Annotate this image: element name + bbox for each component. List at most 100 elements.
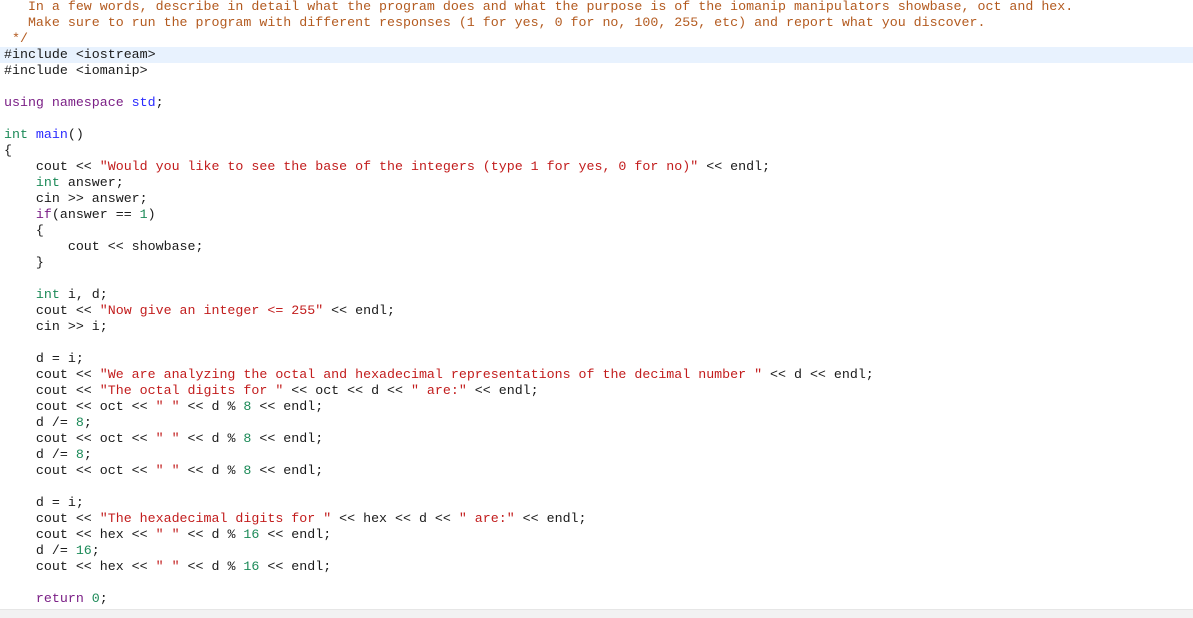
- code-token-plain: << d << endl;: [762, 367, 874, 382]
- code-line[interactable]: d /= 16;: [0, 543, 1193, 559]
- code-line[interactable]: cout << oct << " " << d % 8 << endl;: [0, 431, 1193, 447]
- code-line[interactable]: In a few words, describe in detail what …: [0, 0, 1193, 15]
- code-token-plain: << endl;: [259, 527, 332, 542]
- code-line[interactable]: int i, d;: [0, 287, 1193, 303]
- code-line[interactable]: int main(): [0, 127, 1193, 143]
- code-line[interactable]: cin >> i;: [0, 319, 1193, 335]
- code-token-plain: << d %: [179, 463, 244, 478]
- code-token-type: int: [4, 287, 60, 302]
- code-token-number: 1: [139, 207, 148, 222]
- code-token-number: 8: [75, 415, 84, 430]
- code-line[interactable]: {: [0, 223, 1193, 239]
- code-token-plain: cout << oct <<: [4, 399, 156, 414]
- code-token-plain: ;: [83, 415, 92, 430]
- code-line[interactable]: [0, 79, 1193, 95]
- code-token-plain: {: [4, 223, 44, 238]
- code-line[interactable]: cout << "The hexadecimal digits for " <<…: [0, 511, 1193, 527]
- code-token-type: int: [4, 127, 36, 142]
- code-line[interactable]: cout << hex << " " << d % 16 << endl;: [0, 559, 1193, 575]
- code-token-plain: << d %: [179, 431, 244, 446]
- code-line[interactable]: cout << "Would you like to see the base …: [0, 159, 1193, 175]
- code-token-plain: << d %: [179, 559, 244, 574]
- code-token-plain: d /=: [4, 447, 76, 462]
- code-token-plain: << endl;: [698, 159, 771, 174]
- code-token-number: 8: [75, 447, 84, 462]
- code-token-plain: d /=: [4, 415, 76, 430]
- code-token-plain: cout << showbase;: [4, 239, 204, 254]
- code-token-string: "Now give an integer <= 255": [99, 303, 324, 318]
- code-line-current[interactable]: #include <iostream>: [0, 47, 1193, 63]
- code-token-plain: ;: [91, 543, 100, 558]
- code-line[interactable]: using namespace std;: [0, 95, 1193, 111]
- code-token-keyword: return: [4, 591, 92, 606]
- code-line[interactable]: {: [0, 143, 1193, 159]
- code-line[interactable]: cout << oct << " " << d % 8 << endl;: [0, 399, 1193, 415]
- code-token-func: main: [35, 127, 68, 142]
- code-line[interactable]: return 0;: [0, 591, 1193, 607]
- code-line[interactable]: cout << hex << " " << d % 16 << endl;: [0, 527, 1193, 543]
- code-line[interactable]: cout << showbase;: [0, 239, 1193, 255]
- code-token-plain: << endl;: [251, 399, 324, 414]
- code-token-plain: << endl;: [251, 463, 324, 478]
- code-line[interactable]: d /= 8;: [0, 415, 1193, 431]
- code-line[interactable]: [0, 111, 1193, 127]
- code-token-plain: answer;: [59, 175, 124, 190]
- code-line[interactable]: d /= 8;: [0, 447, 1193, 463]
- code-token-keyword: using namespace: [4, 95, 132, 110]
- code-line[interactable]: d = i;: [0, 351, 1193, 367]
- code-token-plain: cout <<: [4, 511, 100, 526]
- code-token-plain: {: [4, 143, 12, 158]
- code-line[interactable]: cout << "Now give an integer <= 255" << …: [0, 303, 1193, 319]
- code-token-string: " ": [155, 399, 180, 414]
- code-token-string: " ": [155, 527, 180, 542]
- code-line[interactable]: d = i;: [0, 495, 1193, 511]
- code-line[interactable]: [0, 575, 1193, 591]
- code-token-plain: (): [67, 127, 84, 142]
- code-token-plain: << oct << d <<: [283, 383, 411, 398]
- code-token-plain: cout <<: [4, 159, 100, 174]
- code-token-plain: << endl;: [514, 511, 587, 526]
- code-line[interactable]: if(answer == 1): [0, 207, 1193, 223]
- code-token-number: 0: [91, 591, 100, 606]
- code-token-plain: << endl;: [466, 383, 539, 398]
- code-token-string: " are:": [458, 511, 515, 526]
- code-editor[interactable]: In a few words, describe in detail what …: [0, 0, 1193, 609]
- code-token-string: "The octal digits for ": [99, 383, 284, 398]
- code-token-type: int: [4, 175, 60, 190]
- code-line[interactable]: cout << "We are analyzing the octal and …: [0, 367, 1193, 383]
- code-line[interactable]: cout << "The octal digits for " << oct <…: [0, 383, 1193, 399]
- code-token-plain: }: [4, 255, 44, 270]
- code-token-plain: << endl;: [259, 559, 332, 574]
- code-line[interactable]: */: [0, 31, 1193, 47]
- code-line[interactable]: [0, 271, 1193, 287]
- code-line[interactable]: [0, 335, 1193, 351]
- code-token-plain: (answer ==: [51, 207, 140, 222]
- code-token-string: " are:": [410, 383, 467, 398]
- code-token-string: "The hexadecimal digits for ": [99, 511, 332, 526]
- code-token-plain: << endl;: [323, 303, 396, 318]
- code-token-plain: #include <iomanip>: [4, 63, 148, 78]
- code-token-comment: Make sure to run the program with differ…: [4, 15, 986, 30]
- code-line[interactable]: int answer;: [0, 175, 1193, 191]
- code-token-plain: << endl;: [251, 431, 324, 446]
- code-line[interactable]: cin >> answer;: [0, 191, 1193, 207]
- code-token-plain: cin >> answer;: [4, 191, 148, 206]
- code-line[interactable]: #include <iomanip>: [0, 63, 1193, 79]
- code-line[interactable]: Make sure to run the program with differ…: [0, 15, 1193, 31]
- code-token-number: 16: [243, 559, 260, 574]
- code-token-string: "We are analyzing the octal and hexadeci…: [99, 367, 763, 382]
- code-token-plain: cout <<: [4, 303, 100, 318]
- code-token-plain: cout << hex <<: [4, 559, 156, 574]
- code-token-string: " ": [155, 431, 180, 446]
- code-token-plain: cin >> i;: [4, 319, 108, 334]
- code-token-plain: ;: [83, 447, 92, 462]
- code-token-plain: ): [147, 207, 156, 222]
- code-line[interactable]: cout << oct << " " << d % 8 << endl;: [0, 463, 1193, 479]
- code-line[interactable]: }: [0, 255, 1193, 271]
- code-token-keyword: if: [4, 207, 52, 222]
- code-token-plain: cout <<: [4, 367, 100, 382]
- code-token-plain: ;: [99, 591, 108, 606]
- code-line[interactable]: [0, 479, 1193, 495]
- code-token-plain: i, d;: [59, 287, 108, 302]
- code-token-comment: In a few words, describe in detail what …: [4, 0, 1074, 14]
